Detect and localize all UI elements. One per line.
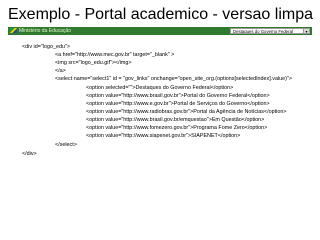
code-line: <a href="http://www.mec.gov.br" target="… — [55, 52, 175, 58]
code-line: </select> — [55, 142, 77, 148]
code-line: <select name="select1" id = "gov_links" … — [55, 76, 292, 82]
code-line: </div> — [22, 151, 37, 157]
code-line: <div id="logo_edu"> — [22, 44, 71, 50]
code-line: </a> — [55, 68, 66, 74]
code-line: <option value="http://www.brasil.gov.br"… — [86, 93, 270, 99]
code-listing: <div id="logo_edu"> <a href="http://www.… — [0, 0, 320, 240]
code-line: <option value="http://www.e.gov.br">Port… — [86, 101, 270, 107]
code-line: <option value="http://www.siapenet.gov.b… — [86, 133, 241, 139]
code-line: <img src="logo_edu.gif"></img> — [55, 60, 132, 66]
code-line: <option value="http://www.radiobras.gov.… — [86, 109, 287, 115]
code-line: <option selected="">Destaques do Governo… — [86, 85, 234, 91]
code-line: <option value="http://www.brasil.gov.br/… — [86, 117, 265, 123]
code-line: <option value="http://www.fomezero.gov.b… — [86, 125, 268, 131]
